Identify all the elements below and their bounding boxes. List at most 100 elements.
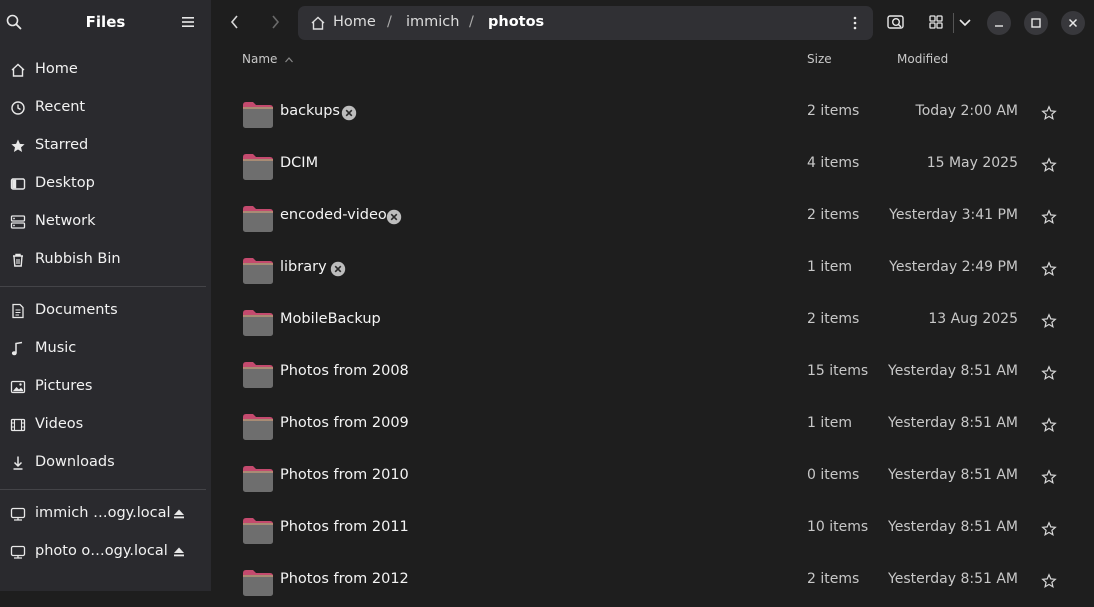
scrollbar[interactable] xyxy=(1085,45,1091,591)
breadcrumb-current[interactable]: photos xyxy=(488,14,544,30)
folder-icon xyxy=(243,362,273,388)
sidebar-item-label: Music xyxy=(35,340,77,356)
sidebar-item-recent[interactable]: Recent xyxy=(0,91,211,125)
sidebar-item-network[interactable]: Network xyxy=(0,205,211,239)
file-name: MobileBackup xyxy=(280,311,381,327)
breadcrumb-separator: / xyxy=(469,14,474,30)
star-outline-icon[interactable] xyxy=(1041,313,1057,329)
sidebar-item-home[interactable]: Home xyxy=(0,53,211,87)
table-row[interactable]: Photos from 2010 0 items Yesterday 8:51 AM xyxy=(211,451,1081,503)
star-outline-icon[interactable] xyxy=(1041,209,1057,225)
hamburger-menu-icon[interactable] xyxy=(181,15,195,29)
home-icon xyxy=(11,63,25,77)
column-header-size[interactable]: Size xyxy=(807,52,832,66)
header-bar: Home / immich / photos xyxy=(211,0,1094,45)
minimize-button[interactable] xyxy=(987,11,1011,35)
table-row[interactable]: encoded-video 2 items Yesterday 3:41 PM xyxy=(211,191,1081,243)
sidebar-item-pictures[interactable]: Pictures xyxy=(0,370,211,404)
sidebar-item-videos[interactable]: Videos xyxy=(0,408,211,442)
file-size: 1 item xyxy=(807,415,852,431)
sidebar-item-music[interactable]: Music xyxy=(0,332,211,366)
table-row[interactable]: Photos from 2008 15 items Yesterday 8:51 A… xyxy=(211,347,1081,399)
sidebar-item-documents[interactable]: Documents xyxy=(0,294,211,328)
network-icon xyxy=(10,215,26,229)
star-outline-icon[interactable] xyxy=(1041,573,1057,589)
table-row[interactable]: DCIM 4 items 15 May 2025 xyxy=(211,139,1081,191)
file-name: Photos from 2011 xyxy=(280,519,409,535)
sidebar-item-label: immich …ogy.local xyxy=(35,505,171,521)
path-bar[interactable]: Home / immich / photos xyxy=(298,6,873,40)
music-icon xyxy=(11,341,23,356)
sidebar-item-photo-mount[interactable]: photo o…ogy.local xyxy=(0,535,211,569)
maximize-button[interactable] xyxy=(1024,11,1048,35)
table-row[interactable]: Photos from 2012 2 items Yesterday 8:51 AM xyxy=(211,555,1081,607)
file-name: library xyxy=(280,259,327,275)
table-row[interactable]: backups 2 items Today 2:00 AM xyxy=(211,87,1081,139)
column-header-name[interactable]: Name xyxy=(242,52,277,66)
table-row[interactable]: MobileBackup 2 items 13 Aug 2025 xyxy=(211,295,1081,347)
breadcrumb-home[interactable]: Home xyxy=(333,14,376,30)
folder-icon xyxy=(243,310,273,336)
file-name: Photos from 2009 xyxy=(280,415,409,431)
back-icon[interactable] xyxy=(225,12,245,32)
file-modified: Today 2:00 AM xyxy=(915,103,1018,119)
sidebar-item-downloads[interactable]: Downloads xyxy=(0,446,211,480)
search-in-folder-icon[interactable] xyxy=(886,12,906,32)
file-modified: Yesterday 8:51 AM xyxy=(888,571,1018,587)
network-drive-icon xyxy=(10,545,26,559)
star-outline-icon[interactable] xyxy=(1041,105,1057,121)
file-size: 1 item xyxy=(807,259,852,275)
folder-icon xyxy=(243,570,273,596)
star-outline-icon[interactable] xyxy=(1041,417,1057,433)
column-header-modified[interactable]: Modified xyxy=(897,52,948,66)
eject-icon[interactable] xyxy=(172,545,186,559)
sidebar-item-label: Starred xyxy=(35,137,89,153)
table-row[interactable]: library 1 item Yesterday 2:49 PM xyxy=(211,243,1081,295)
file-modified: Yesterday 2:49 PM xyxy=(889,259,1018,275)
file-modified: Yesterday 8:51 AM xyxy=(888,415,1018,431)
file-name: Photos from 2012 xyxy=(280,571,409,587)
star-outline-icon[interactable] xyxy=(1041,261,1057,277)
sidebar-item-desktop[interactable]: Desktop xyxy=(0,167,211,201)
no-access-emblem-icon xyxy=(341,105,357,121)
file-size: 2 items xyxy=(807,103,860,119)
sidebar-item-label: Desktop xyxy=(35,175,95,191)
clock-icon xyxy=(11,101,25,115)
eject-icon[interactable] xyxy=(172,507,186,521)
close-icon xyxy=(1068,18,1078,28)
file-modified: 15 May 2025 xyxy=(926,155,1018,171)
sidebar-item-starred[interactable]: Starred xyxy=(0,129,211,163)
sidebar-item-immich-mount[interactable]: immich …ogy.local xyxy=(0,497,211,531)
grid-view-icon[interactable] xyxy=(926,12,946,32)
trash-icon xyxy=(13,253,23,267)
file-modified: 13 Aug 2025 xyxy=(928,311,1018,327)
file-size: 4 items xyxy=(807,155,860,171)
folder-icon xyxy=(243,414,273,440)
star-icon xyxy=(11,139,25,152)
sidebar-item-label: Rubbish Bin xyxy=(35,251,121,267)
file-size: 15 items xyxy=(807,363,869,379)
sidebar-item-label: Documents xyxy=(35,302,118,318)
more-options-icon[interactable] xyxy=(848,15,862,31)
star-outline-icon[interactable] xyxy=(1041,521,1057,537)
sidebar-item-rubbish-bin[interactable]: Rubbish Bin xyxy=(0,243,211,277)
file-size: 2 items xyxy=(807,311,860,327)
table-row[interactable]: Photos from 2009 1 item Yesterday 8:51 AM xyxy=(211,399,1081,451)
sidebar-item-label: Home xyxy=(35,61,78,77)
folder-icon xyxy=(243,466,273,492)
folder-icon xyxy=(243,258,273,284)
chevron-down-icon[interactable] xyxy=(955,12,975,32)
file-name: DCIM xyxy=(280,155,319,171)
file-name: backups xyxy=(280,103,340,119)
file-size: 10 items xyxy=(807,519,869,535)
table-row[interactable]: Photos from 2011 10 items Yesterday 8:51 A… xyxy=(211,503,1081,555)
sort-ascending-icon xyxy=(285,57,293,63)
star-outline-icon[interactable] xyxy=(1041,365,1057,381)
picture-icon xyxy=(10,380,26,394)
star-outline-icon[interactable] xyxy=(1041,469,1057,485)
breadcrumb-immich[interactable]: immich xyxy=(406,14,459,30)
sidebar-item-label: Videos xyxy=(35,416,84,432)
star-outline-icon[interactable] xyxy=(1041,157,1057,173)
close-button[interactable] xyxy=(1061,11,1085,35)
forward-icon[interactable] xyxy=(265,12,285,32)
